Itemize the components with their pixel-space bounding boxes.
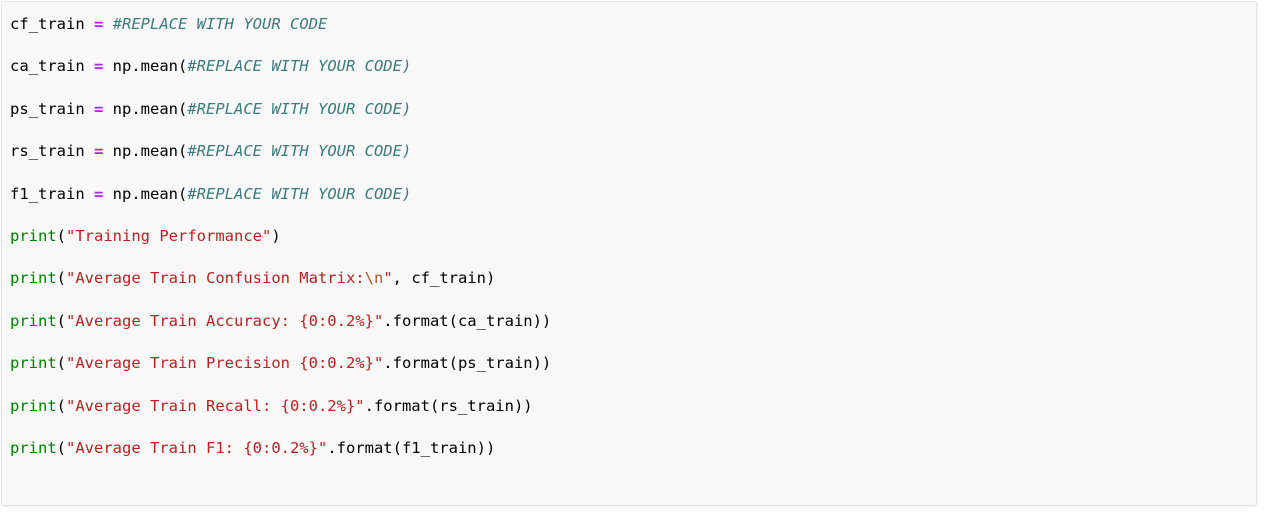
code-token: = xyxy=(94,142,104,161)
code-token: ( xyxy=(56,269,67,288)
code-token: .format(ps_train)) xyxy=(383,354,552,373)
code-line: print("Training Performance") xyxy=(10,226,1256,247)
code-token: ( xyxy=(56,354,67,373)
code-token: " xyxy=(383,269,393,288)
code-token: ( xyxy=(56,396,67,415)
code-line: print("Average Train Confusion Matrix:\n… xyxy=(10,268,1256,289)
code-token: = xyxy=(94,99,104,118)
code-token: print xyxy=(10,311,57,330)
code-token: "Average Train Confusion Matrix: xyxy=(66,269,365,288)
code-token: ca_train xyxy=(10,57,94,76)
code-token: #REPLACE WITH YOUR CODE xyxy=(112,15,328,33)
code-token: \n xyxy=(364,269,384,288)
code-token: np.mean( xyxy=(103,142,188,161)
code-token: "Average Train Accuracy: {0:0.2%}" xyxy=(66,311,384,330)
code-token: print xyxy=(10,396,57,415)
code-token: print xyxy=(10,269,57,288)
code-token: np.mean( xyxy=(103,57,188,76)
code-block[interactable]: cf_train = #REPLACE WITH YOUR CODE ca_tr… xyxy=(1,1,1257,506)
code-token: #REPLACE WITH YOUR CODE) xyxy=(187,99,412,118)
code-line: print("Average Train F1: {0:0.2%}".forma… xyxy=(10,438,1256,459)
code-token: ps_train xyxy=(10,99,94,118)
code-token: "Average Train F1: {0:0.2%}" xyxy=(66,439,328,458)
code-line: f1_train = np.mean(#REPLACE WITH YOUR CO… xyxy=(10,184,1256,205)
code-token: np.mean( xyxy=(103,99,188,118)
code-token: ( xyxy=(56,439,67,458)
code-token: print xyxy=(10,227,57,246)
code-token: print xyxy=(10,354,57,373)
code-token: np.mean( xyxy=(103,184,188,203)
code-token: "Average Train Recall: {0:0.2%}" xyxy=(66,396,365,415)
code-token: "Average Train Precision {0:0.2%}" xyxy=(66,354,384,373)
code-token: rs_train xyxy=(10,142,94,161)
code-token: = xyxy=(94,15,104,33)
code-token: f1_train xyxy=(10,184,94,203)
code-content[interactable]: cf_train = #REPLACE WITH YOUR CODE ca_tr… xyxy=(2,2,1256,505)
code-token: #REPLACE WITH YOUR CODE) xyxy=(187,184,412,203)
code-token: .format(f1_train)) xyxy=(327,439,496,458)
code-token: ( xyxy=(56,227,67,246)
code-token: .format(rs_train)) xyxy=(364,396,533,415)
code-line: print("Average Train Accuracy: {0:0.2%}"… xyxy=(10,311,1256,332)
code-token: = xyxy=(94,184,104,203)
code-token: .format(ca_train)) xyxy=(383,311,552,330)
code-token: #REPLACE WITH YOUR CODE) xyxy=(187,142,412,161)
code-line: cf_train = #REPLACE WITH YOUR CODE xyxy=(10,14,1256,35)
code-token: cf_train xyxy=(10,15,94,33)
code-token: "Training Performance" xyxy=(66,227,272,246)
code-token: ( xyxy=(56,311,67,330)
code-token: ) xyxy=(271,227,281,246)
code-token: print xyxy=(10,439,57,458)
code-token: = xyxy=(94,57,104,76)
code-token: #REPLACE WITH YOUR CODE) xyxy=(187,57,412,76)
code-line: rs_train = np.mean(#REPLACE WITH YOUR CO… xyxy=(10,141,1256,162)
code-token: , cf_train) xyxy=(392,269,496,288)
code-line: print("Average Train Precision {0:0.2%}"… xyxy=(10,353,1256,374)
code-line: print("Average Train Recall: {0:0.2%}".f… xyxy=(10,396,1256,417)
code-line: ps_train = np.mean(#REPLACE WITH YOUR CO… xyxy=(10,99,1256,120)
code-line: ca_train = np.mean(#REPLACE WITH YOUR CO… xyxy=(10,56,1256,77)
